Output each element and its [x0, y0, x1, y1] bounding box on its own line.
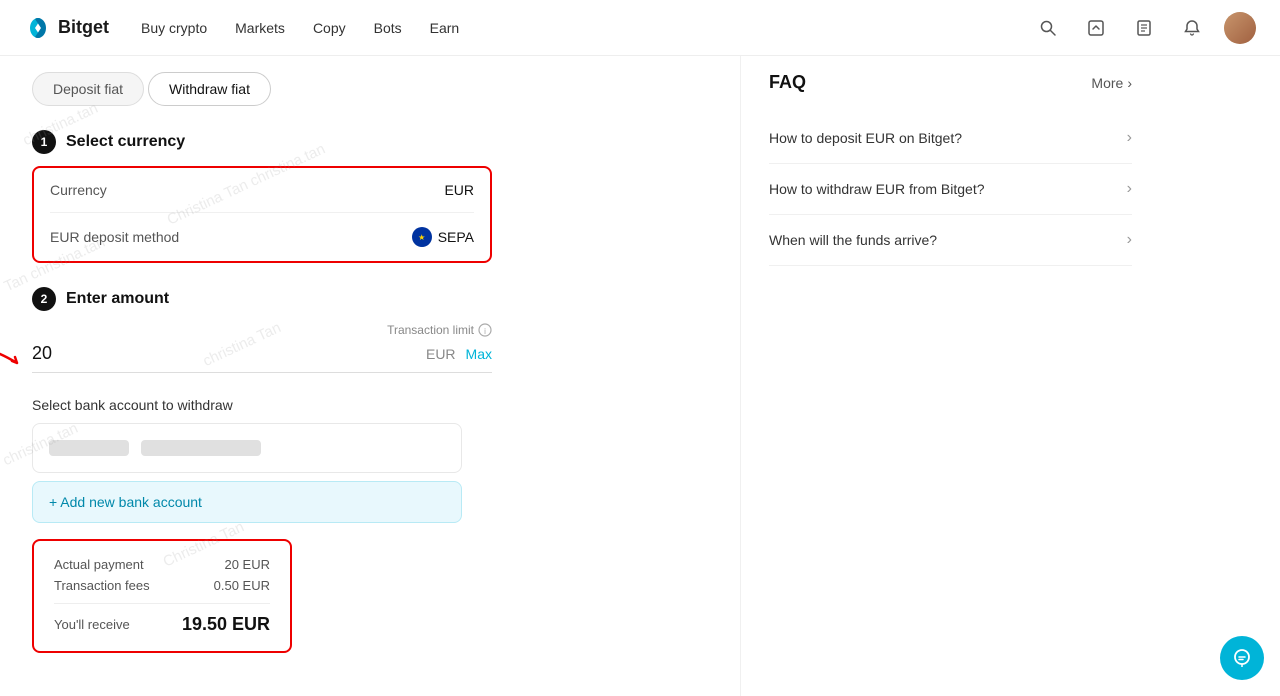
chevron-right-icon: ›: [1127, 75, 1132, 91]
receive-label: You'll receive: [54, 617, 130, 632]
currency-row: Currency EUR: [50, 168, 474, 213]
currency-box[interactable]: Currency EUR EUR deposit method ★ SEPA: [32, 166, 492, 263]
faq-chevron-0: ›: [1127, 129, 1132, 147]
nav-buy-crypto[interactable]: Buy crypto: [141, 16, 207, 40]
deposit-method-row: EUR deposit method ★ SEPA: [50, 213, 474, 261]
actual-payment-label: Actual payment: [54, 557, 144, 572]
currency-label: Currency: [50, 182, 107, 198]
faq-chevron-1: ›: [1127, 180, 1132, 198]
faq-more-button[interactable]: More ›: [1091, 75, 1132, 91]
nav-bots[interactable]: Bots: [374, 16, 402, 40]
method-value: SEPA: [438, 229, 474, 245]
faq-item-0-text: How to deposit EUR on Bitget?: [769, 130, 962, 146]
sepa-badge: ★ SEPA: [412, 227, 474, 247]
left-content: christina.tan Christina Tan christina.ta…: [0, 56, 740, 696]
svg-text:i: i: [484, 327, 486, 336]
step-1-header: 1 Select currency: [32, 130, 708, 154]
tab-withdraw-fiat[interactable]: Withdraw fiat: [148, 72, 271, 106]
tx-limit-label: Transaction limit: [387, 323, 474, 337]
bank-placeholder-block-1: [49, 440, 129, 456]
avatar[interactable]: [1224, 12, 1256, 44]
actual-payment-row: Actual payment 20 EUR: [54, 557, 270, 572]
amount-input-row[interactable]: 20 EUR Max: [32, 343, 492, 373]
nav-links: Buy crypto Markets Copy Bots Earn: [141, 16, 459, 40]
nav-earn[interactable]: Earn: [430, 16, 460, 40]
bank-placeholder-block-2: [141, 440, 261, 456]
add-bank-button[interactable]: + Add new bank account: [32, 481, 462, 523]
step-2-header: 2 Enter amount: [32, 287, 708, 311]
transfer-icon[interactable]: [1080, 12, 1112, 44]
actual-payment-value: 20 EUR: [224, 557, 270, 572]
bank-section: Select bank account to withdraw + Add ne…: [32, 397, 708, 523]
max-button[interactable]: Max: [466, 346, 492, 362]
info-icon: i: [478, 323, 492, 337]
step-2: 2 Enter amount Transaction limit i 20 EU…: [32, 287, 708, 373]
amount-section: Transaction limit i 20 EUR Max: [32, 323, 492, 373]
fees-value: 0.50 EUR: [214, 578, 270, 593]
faq-item-1-text: How to withdraw EUR from Bitget?: [769, 181, 985, 197]
navbar-actions: [1032, 12, 1256, 44]
bank-section-title: Select bank account to withdraw: [32, 397, 708, 413]
faq-header: FAQ More ›: [769, 72, 1132, 93]
step-1-title: Select currency: [66, 133, 185, 151]
fees-row: Transaction fees 0.50 EUR: [54, 578, 270, 593]
faq-item-1[interactable]: How to withdraw EUR from Bitget? ›: [769, 164, 1132, 215]
summary-divider: [54, 603, 270, 604]
faq-item-0[interactable]: How to deposit EUR on Bitget? ›: [769, 113, 1132, 164]
currency-value: EUR: [444, 182, 474, 198]
fees-label: Transaction fees: [54, 578, 150, 593]
notification-icon[interactable]: [1176, 12, 1208, 44]
step-1-number: 1: [32, 130, 56, 154]
amount-currency: EUR: [426, 346, 456, 362]
bank-account-box[interactable]: [32, 423, 462, 473]
main-layout: christina.tan Christina Tan christina.ta…: [0, 56, 1280, 696]
history-icon[interactable]: [1128, 12, 1160, 44]
sepa-icon: ★: [412, 227, 432, 247]
brand-logo[interactable]: Bitget: [24, 14, 109, 42]
nav-markets[interactable]: Markets: [235, 16, 285, 40]
receive-row: You'll receive 19.50 EUR: [54, 614, 270, 635]
faq-chevron-2: ›: [1127, 231, 1132, 249]
tx-limit-row: Transaction limit i: [32, 323, 492, 337]
support-chat-button[interactable]: [1220, 636, 1264, 680]
receive-value: 19.50 EUR: [182, 614, 270, 635]
amount-value: 20: [32, 343, 426, 364]
faq-item-2-text: When will the funds arrive?: [769, 232, 937, 248]
nav-copy[interactable]: Copy: [313, 16, 346, 40]
right-panel: FAQ More › How to deposit EUR on Bitget?…: [740, 56, 1160, 696]
navbar: Bitget Buy crypto Markets Copy Bots Earn: [0, 0, 1280, 56]
sepa-star: ★: [418, 233, 425, 242]
search-icon[interactable]: [1032, 12, 1064, 44]
step-1: 1 Select currency Currency EUR EUR depos…: [32, 130, 708, 263]
faq-title: FAQ: [769, 72, 806, 93]
fiat-tabs: Deposit fiat Withdraw fiat: [32, 72, 708, 106]
tab-deposit-fiat[interactable]: Deposit fiat: [32, 72, 144, 106]
payment-summary: Actual payment 20 EUR Transaction fees 0…: [32, 539, 292, 653]
method-label: EUR deposit method: [50, 229, 179, 245]
step-2-number: 2: [32, 287, 56, 311]
step-2-title: Enter amount: [66, 290, 169, 308]
bank-placeholder: [49, 440, 445, 456]
faq-item-2[interactable]: When will the funds arrive? ›: [769, 215, 1132, 266]
